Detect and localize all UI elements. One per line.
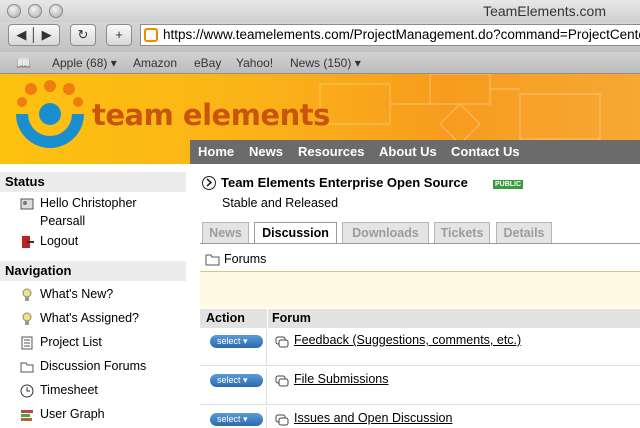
nav-news[interactable]: News <box>249 144 283 159</box>
greeting-line-2: Pearsall <box>40 214 86 228</box>
arrow-circle-icon <box>202 176 216 190</box>
sidebar-item-label[interactable]: Timesheet <box>40 383 98 397</box>
nav-home[interactable]: Home <box>198 144 234 159</box>
nav-resources[interactable]: Resources <box>298 144 364 159</box>
site-favicon-icon <box>144 28 158 42</box>
forum-icon <box>275 414 289 426</box>
sidebar-item-label[interactable]: What's New? <box>40 287 113 301</box>
forum-link[interactable]: File Submissions <box>294 372 388 386</box>
column-divider <box>267 309 268 328</box>
folder-icon <box>205 254 220 266</box>
address-bar[interactable]: https://www.teamelements.com/ProjectMana… <box>140 24 640 46</box>
sidebar-item-label[interactable]: Discussion Forums <box>40 359 146 373</box>
forum-link[interactable]: Feedback (Suggestions, comments, etc.) <box>294 333 521 347</box>
nav-contact-us[interactable]: Contact Us <box>451 144 520 159</box>
column-action: Action <box>206 311 245 325</box>
bookmarks-bar: 📖 Apple (68) ▾ Amazon eBay Yahoo! News (… <box>0 52 640 74</box>
select-button[interactable]: select ▾ <box>210 335 263 348</box>
zoom-window-button[interactable] <box>49 4 63 18</box>
bookmark-yahoo[interactable]: Yahoo! <box>236 52 273 74</box>
column-forum: Forum <box>272 311 311 325</box>
action-cell: select ▾ <box>200 407 267 428</box>
back-icon[interactable]: ◀ <box>16 27 26 42</box>
url-text[interactable]: https://www.teamelements.com/ProjectMana… <box>163 27 640 42</box>
clock-icon <box>20 384 34 398</box>
back-forward-buttons[interactable]: ◀ │ ▶ <box>8 24 60 46</box>
table-row: select ▾ Issues and Open Discussion <box>200 407 640 428</box>
window-titlebar: TeamElements.com <box>0 0 640 22</box>
sidebar-item-label[interactable]: Project List <box>40 335 102 349</box>
list-icon <box>21 336 33 350</box>
select-button[interactable]: select ▾ <box>210 413 263 426</box>
tab-discussion[interactable]: Discussion <box>254 222 337 244</box>
navigation-heading: Navigation <box>0 261 186 281</box>
table-row: select ▾ Feedback (Suggestions, comments… <box>200 329 640 366</box>
window-title: TeamElements.com <box>483 3 606 19</box>
team-elements-logo-icon <box>16 80 84 148</box>
forward-icon[interactable]: ▶ <box>42 27 52 42</box>
info-panel <box>200 272 640 308</box>
close-window-button[interactable] <box>7 4 21 18</box>
forums-label: Forums <box>224 252 267 266</box>
nav-about-us[interactable]: About Us <box>379 144 437 159</box>
bookmark-apple[interactable]: Apple (68) ▾ <box>52 52 117 74</box>
forum-icon <box>275 336 289 348</box>
status-heading: Status <box>0 172 186 192</box>
sidebar-item-label[interactable]: What's Assigned? <box>40 311 139 325</box>
browser-toolbar: ◀ │ ▶ ↻ + https://www.teamelements.com/P… <box>0 22 640 52</box>
sidebar-item-label[interactable]: User Graph <box>40 407 105 421</box>
select-button[interactable]: select ▾ <box>210 374 263 387</box>
bookmark-amazon[interactable]: Amazon <box>133 52 177 74</box>
logout-label[interactable]: Logout <box>40 234 78 248</box>
reload-icon: ↻ <box>77 27 89 42</box>
forums-breadcrumb: Forums <box>200 244 640 272</box>
plus-icon: + <box>115 27 123 42</box>
user-card-icon <box>20 198 34 210</box>
tab-details[interactable]: Details <box>496 222 552 243</box>
graph-icon <box>21 410 33 421</box>
forum-table-header: Action Forum <box>200 309 640 328</box>
site-navbar: Home News Resources About Us Contact Us <box>190 140 640 164</box>
tab-news[interactable]: News <box>202 222 249 243</box>
forum-link[interactable]: Issues and Open Discussion <box>294 411 452 425</box>
bookmark-ebay[interactable]: eBay <box>194 52 221 74</box>
forum-icon <box>275 375 289 387</box>
action-cell: select ▾ <box>200 329 267 366</box>
book-icon[interactable]: 📖 <box>16 52 31 74</box>
reload-button[interactable]: ↻ <box>70 24 96 46</box>
lightbulb-icon <box>22 312 32 325</box>
add-bookmark-button[interactable]: + <box>106 24 132 46</box>
action-cell: select ▾ <box>200 368 267 405</box>
project-subtitle: Stable and Released <box>222 196 339 210</box>
lightbulb-icon <box>22 288 32 301</box>
bookmark-news[interactable]: News (150) ▾ <box>290 52 361 74</box>
table-row: select ▾ File Submissions <box>200 368 640 405</box>
greeting-line-1: Hello Christopher <box>40 196 137 210</box>
minimize-window-button[interactable] <box>28 4 42 18</box>
tab-downloads[interactable]: Downloads <box>342 222 429 243</box>
public-badge: PUBLIC <box>493 180 524 189</box>
tab-tickets[interactable]: Tickets <box>434 222 490 243</box>
folder-icon <box>20 362 34 373</box>
project-title: Team Elements Enterprise Open Source <box>221 175 468 190</box>
logout-icon <box>22 236 34 248</box>
logo-text: team elements <box>92 98 330 132</box>
